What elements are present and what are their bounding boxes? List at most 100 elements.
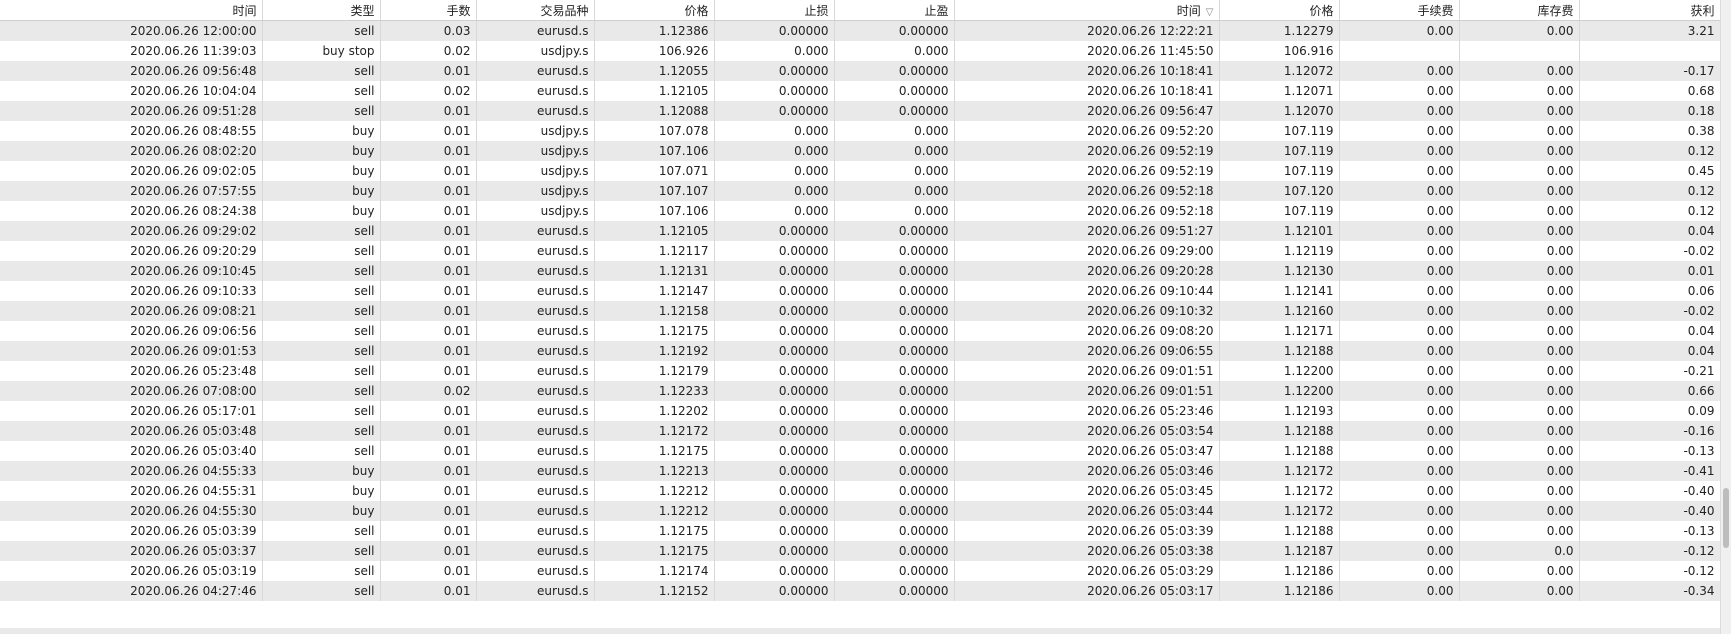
table-row[interactable]: 2020.06.26 05:17:01 sell 0.01 eurusd.s 1.122… [0, 401, 1731, 421]
cell-swap: 0.00 [1459, 81, 1580, 101]
table-row[interactable]: 2020.06.26 09:02:05 buy 0.01 usdjpy.s 107.07… [0, 161, 1731, 181]
cell-profit: 0.01 [1579, 261, 1721, 281]
column-header-volume[interactable]: 手数 [380, 0, 477, 21]
cell-take-profit: 0.00000 [834, 261, 955, 281]
table-row[interactable]: 2020.06.26 08:02:20 buy 0.01 usdjpy.s 107.10… [0, 141, 1731, 161]
cell-symbol: eurusd.s [476, 341, 595, 361]
table-row[interactable]: 2020.06.26 09:10:33 sell 0.01 eurusd.s 1.121… [0, 281, 1731, 301]
column-header-close-price[interactable]: 价格 [1219, 0, 1340, 21]
table-row[interactable]: 2020.06.26 05:03:19 sell 0.01 eurusd.s 1.121… [0, 561, 1731, 581]
table-row[interactable]: 2020.06.26 08:48:55 buy 0.01 usdjpy.s 107.07… [0, 121, 1731, 141]
table-row[interactable]: 2020.06.26 09:10:45 sell 0.01 eurusd.s 1.121… [0, 261, 1731, 281]
cell-symbol: eurusd.s [476, 581, 595, 601]
cell-swap: 0.00 [1459, 581, 1580, 601]
table-row[interactable]: 2020.06.26 07:08:00 sell 0.02 eurusd.s 1.122… [0, 381, 1731, 401]
table-row[interactable]: 2020.06.26 05:03:39 sell 0.01 eurusd.s 1.121… [0, 521, 1731, 541]
table-row[interactable]: 2020.06.26 04:27:46 sell 0.01 eurusd.s 1.121… [0, 581, 1731, 601]
column-header-type[interactable]: 类型 [262, 0, 381, 21]
cell-commission: 0.00 [1339, 521, 1460, 541]
table-row[interactable]: 2020.06.26 05:03:40 sell 0.01 eurusd.s 1.121… [0, 441, 1731, 461]
cell-symbol: usdjpy.s [476, 161, 595, 181]
cell-stop-loss: 0.00000 [714, 501, 835, 521]
cell-stop-loss: 0.00000 [714, 281, 835, 301]
cell-stop-loss: 0.000 [714, 121, 835, 141]
cell-open-time: 2020.06.26 09:29:02 [0, 221, 263, 241]
table-row[interactable]: 2020.06.26 07:57:55 buy 0.01 usdjpy.s 107.10… [0, 181, 1731, 201]
table-row[interactable]: 2020.06.26 09:51:28 sell 0.01 eurusd.s 1.120… [0, 101, 1731, 121]
cell-type: sell [262, 421, 381, 441]
table-row[interactable]: 2020.06.26 09:56:48 sell 0.01 eurusd.s 1.120… [0, 61, 1731, 81]
table-row[interactable]: 2020.06.26 09:20:29 sell 0.01 eurusd.s 1.121… [0, 241, 1731, 261]
table-row[interactable]: 2020.06.26 04:55:31 buy 0.01 eurusd.s 1.1221… [0, 481, 1731, 501]
cell-type: sell [262, 341, 381, 361]
table-row[interactable]: 2020.06.26 09:06:56 sell 0.01 eurusd.s 1.121… [0, 321, 1731, 341]
table-row[interactable]: 2020.06.26 05:03:37 sell 0.01 eurusd.s 1.121… [0, 541, 1731, 561]
cell-open-price: 1.12233 [594, 381, 715, 401]
table-row[interactable]: 2020.06.26 05:23:48 sell 0.01 eurusd.s 1.121… [0, 361, 1731, 381]
cell-open-time: 2020.06.26 08:24:38 [0, 201, 263, 221]
table-row[interactable]: 2020.06.26 08:24:38 buy 0.01 usdjpy.s 107.10… [0, 201, 1731, 221]
cell-open-time: 2020.06.26 05:03:40 [0, 441, 263, 461]
column-header-commission[interactable]: 手续费 [1339, 0, 1460, 21]
cell-profit: -0.02 [1579, 301, 1721, 321]
table-row[interactable]: 2020.06.26 09:01:53 sell 0.01 eurusd.s 1.121… [0, 341, 1731, 361]
table-row[interactable]: 2020.06.26 09:29:02 sell 0.01 eurusd.s 1.121… [0, 221, 1731, 241]
cell-take-profit: 0.000 [834, 141, 955, 161]
table-row[interactable]: 2020.06.26 04:55:30 buy 0.01 eurusd.s 1.1221… [0, 501, 1731, 521]
column-header-symbol[interactable]: 交易品种 [476, 0, 595, 21]
cell-open-time: 2020.06.26 07:08:00 [0, 381, 263, 401]
cell-type: sell [262, 561, 381, 581]
cell-close-price: 107.119 [1219, 161, 1340, 181]
cell-swap: 0.00 [1459, 221, 1580, 241]
vertical-scrollbar[interactable] [1720, 0, 1731, 634]
cell-open-price: 1.12055 [594, 61, 715, 81]
column-header-stop-loss[interactable]: 止损 [714, 0, 835, 21]
column-header-open-time[interactable]: 时间 [0, 0, 263, 21]
cell-open-time: 2020.06.26 07:57:55 [0, 181, 263, 201]
cell-open-time: 2020.06.26 09:56:48 [0, 61, 263, 81]
cell-swap [1459, 41, 1580, 61]
table-row[interactable]: 2020.06.26 11:39:03 buy stop 0.02 usdjpy.s 1… [0, 41, 1731, 61]
cell-symbol: usdjpy.s [476, 141, 595, 161]
column-header-swap[interactable]: 库存费 [1459, 0, 1580, 21]
cell-close-price: 107.119 [1219, 121, 1340, 141]
cell-open-price: 1.12117 [594, 241, 715, 261]
table-row[interactable]: 2020.06.26 10:04:04 sell 0.02 eurusd.s 1.121… [0, 81, 1731, 101]
cell-take-profit: 0.000 [834, 181, 955, 201]
table-row[interactable]: 2020.06.26 12:00:00 sell 0.03 eurusd.s 1.123… [0, 20, 1731, 41]
cell-open-price: 1.12172 [594, 421, 715, 441]
cell-volume: 0.01 [380, 141, 477, 161]
column-header-profit[interactable]: 获利 [1579, 0, 1721, 21]
cell-open-price: 1.12175 [594, 521, 715, 541]
cell-symbol: eurusd.s [476, 401, 595, 421]
column-header-take-profit[interactable]: 止盈 [834, 0, 955, 21]
cell-open-price: 107.071 [594, 161, 715, 181]
column-header-close-time[interactable]: 时间 ▽ [954, 0, 1220, 21]
cell-profit: 0.06 [1579, 281, 1721, 301]
table-row[interactable]: 2020.06.26 04:55:33 buy 0.01 eurusd.s 1.1221… [0, 461, 1731, 481]
cell-open-time: 2020.06.26 04:55:31 [0, 481, 263, 501]
scrollbar-thumb[interactable] [1723, 488, 1729, 548]
column-header-open-price[interactable]: 价格 [594, 0, 715, 21]
cell-volume: 0.01 [380, 501, 477, 521]
cell-open-price: 107.107 [594, 181, 715, 201]
cell-take-profit: 0.000 [834, 201, 955, 221]
cell-open-time: 2020.06.26 12:00:00 [0, 20, 263, 41]
cell-close-time: 2020.06.26 09:51:27 [954, 221, 1220, 241]
cell-symbol: eurusd.s [476, 101, 595, 121]
cell-stop-loss: 0.000 [714, 201, 835, 221]
cell-symbol: eurusd.s [476, 321, 595, 341]
cell-commission: 0.00 [1339, 301, 1460, 321]
table-row[interactable]: 2020.06.26 05:03:48 sell 0.01 eurusd.s 1.121… [0, 421, 1731, 441]
cell-commission: 0.00 [1339, 241, 1460, 261]
cell-stop-loss: 0.00000 [714, 481, 835, 501]
cell-close-price: 1.12188 [1219, 441, 1340, 461]
cell-symbol: usdjpy.s [476, 181, 595, 201]
table-row[interactable]: 2020.06.26 09:08:21 sell 0.01 eurusd.s 1.121… [0, 301, 1731, 321]
cell-commission: 0.00 [1339, 401, 1460, 421]
cell-type: buy [262, 141, 381, 161]
cell-commission: 0.00 [1339, 161, 1460, 181]
cell-swap: 0.00 [1459, 501, 1580, 521]
cell-stop-loss: 0.00000 [714, 561, 835, 581]
cell-stop-loss: 0.00000 [714, 241, 835, 261]
